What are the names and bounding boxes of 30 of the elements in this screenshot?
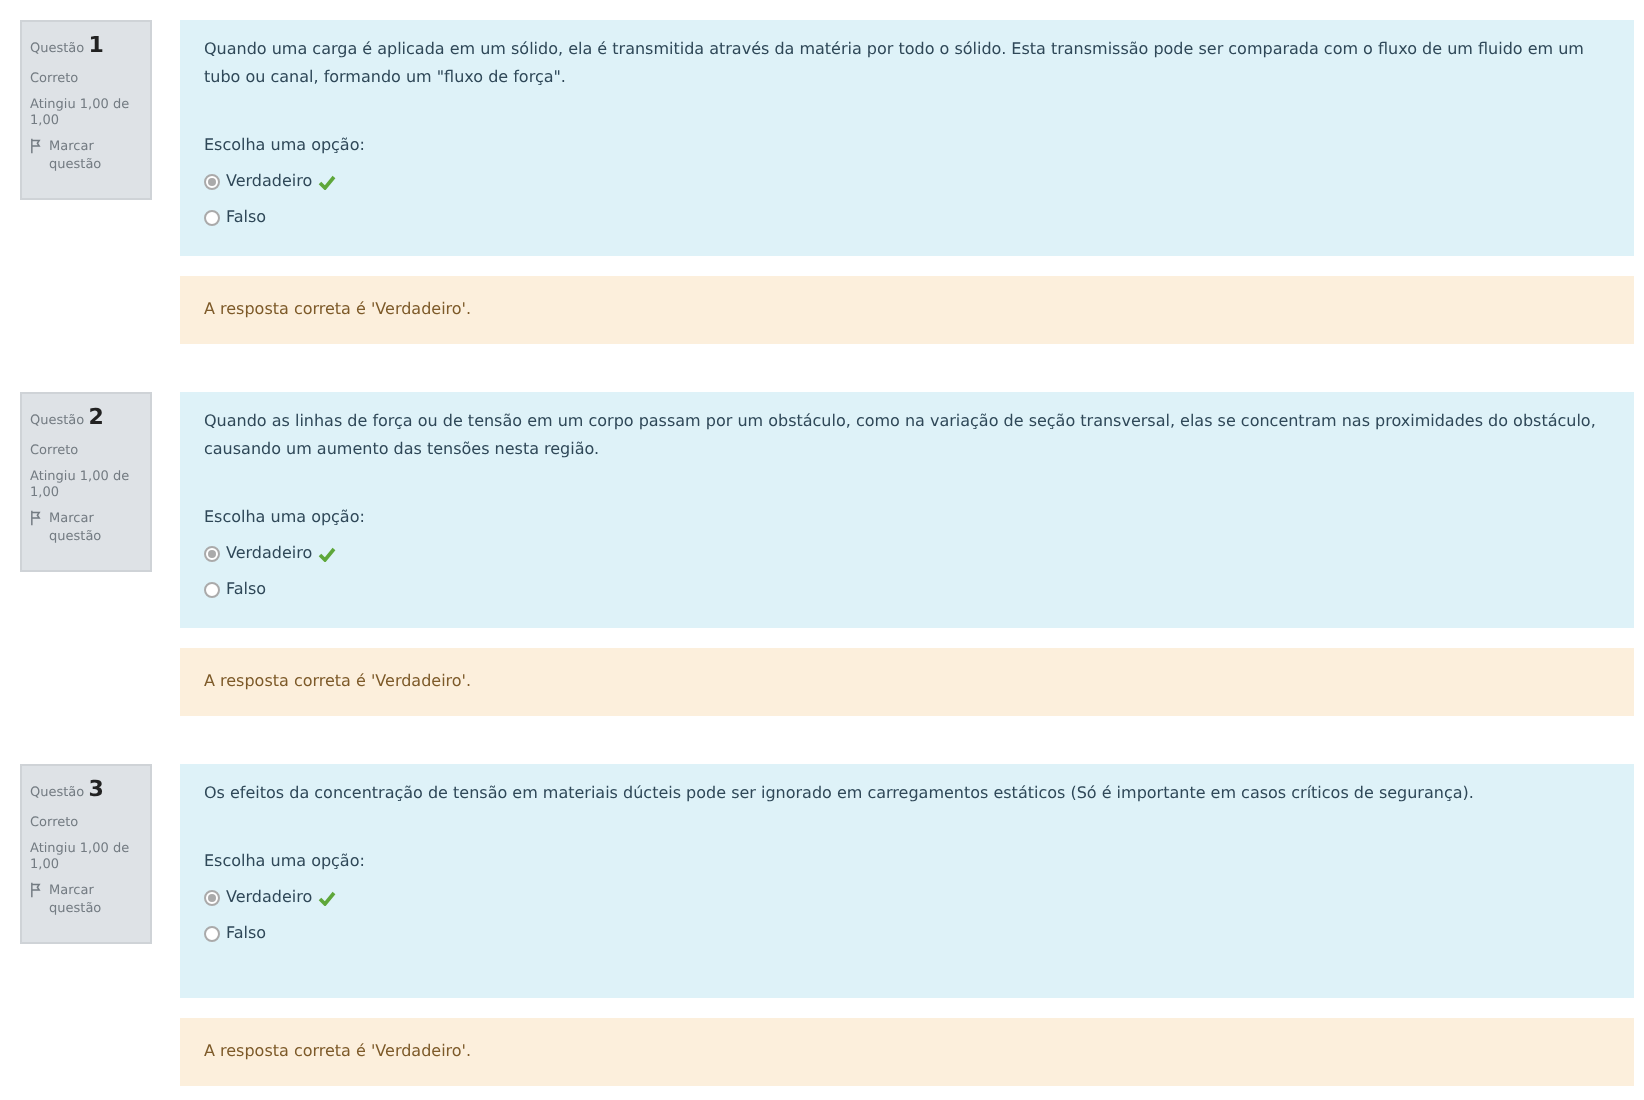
- question-text: Quando uma carga é aplicada em um sólido, ela é transmitida através da matéria por todo o sólido. Esta transmissão pode ser comparada com o fluxo de um fluido em um tubo ou canal, formando um "fluxo de força".: [204, 38, 1586, 90]
- feedback-panel: A resposta correta é 'Verdadeiro'.: [180, 648, 1634, 716]
- answer-prompt: Escolha uma opção:: [204, 134, 367, 158]
- option-label[interactable]: Falso: [226, 576, 267, 604]
- radio-button[interactable]: [204, 210, 220, 226]
- question-number: 1: [88, 32, 104, 58]
- check-icon: [318, 546, 337, 562]
- check-icon: [318, 890, 337, 906]
- option-label[interactable]: Falso: [226, 920, 267, 948]
- radio-button[interactable]: [204, 926, 220, 942]
- question-number: 2: [88, 404, 104, 430]
- flag-icon[interactable]: [30, 510, 42, 527]
- radio-button[interactable]: [204, 546, 220, 562]
- feedback-panel: A resposta correta é 'Verdadeiro'.: [180, 276, 1634, 344]
- question-text: Quando as linhas de força ou de tensão em um corpo passam por um obstáculo, como na variação de seção transversal, elas se concentram nas proximidades do obstáculo, causando um aumento das tensões nesta região.: [204, 410, 1598, 462]
- option-label[interactable]: Verdadeiro: [226, 168, 313, 196]
- radio-button[interactable]: [204, 890, 220, 906]
- answer-prompt: Escolha uma opção:: [204, 850, 367, 874]
- radio-button[interactable]: [204, 174, 220, 190]
- answer-prompt: Escolha uma opção:: [204, 506, 367, 530]
- option-label[interactable]: Falso: [226, 204, 267, 232]
- question-text: Os efeitos da concentração de tensão em materiais dúcteis pode ser ignorado em carregamentos estáticos (Só é importante em casos críticos de segurança).: [204, 782, 1476, 806]
- question-number: 3: [88, 776, 104, 802]
- flag-icon[interactable]: [30, 138, 42, 155]
- check-icon: [318, 174, 337, 190]
- feedback-panel: A resposta correta é 'Verdadeiro'.: [180, 1018, 1634, 1086]
- option-label[interactable]: Verdadeiro: [226, 884, 313, 912]
- radio-button[interactable]: [204, 582, 220, 598]
- option-label[interactable]: Verdadeiro: [226, 540, 313, 568]
- flag-icon[interactable]: [30, 882, 42, 899]
